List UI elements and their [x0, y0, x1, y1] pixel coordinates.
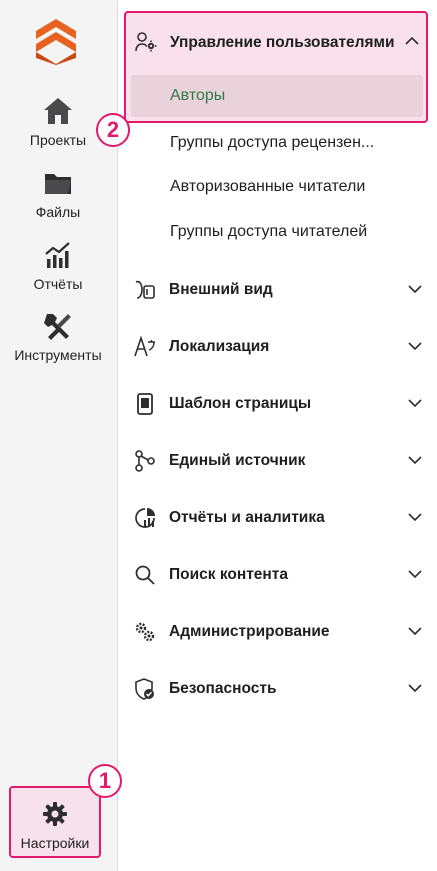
translate-icon: [134, 335, 155, 357]
section-label: Безопасность: [169, 680, 277, 697]
branch-icon: [135, 450, 155, 472]
gear-icon: [43, 802, 67, 826]
folder-icon: [45, 174, 71, 194]
search-icon: [135, 565, 155, 585]
section-single-source[interactable]: Единый источник: [119, 440, 437, 480]
shield-check-icon: [135, 678, 154, 700]
section-administration[interactable]: Администрирование: [119, 611, 437, 651]
user-management-label: Управление пользователями: [170, 34, 395, 51]
chevron-down-icon: [408, 570, 422, 579]
rail-item-label: Отчёты: [33, 276, 83, 292]
rail-item-files[interactable]: Файлы: [0, 168, 116, 220]
rail-item-label: Инструменты: [14, 347, 102, 363]
section-label: Единый источник: [169, 452, 306, 469]
callout-marker-2: 2: [96, 113, 130, 147]
user-settings-icon: [135, 32, 157, 52]
chevron-down-icon: [408, 627, 422, 636]
settings-menu-panel: Управление пользователями Авторы 2 Групп…: [96, 0, 437, 871]
section-page-template[interactable]: Шаблон страницы: [119, 383, 437, 423]
brush-icon: [135, 280, 155, 299]
menu-item-authors[interactable]: Авторы: [131, 75, 423, 117]
logo-icon: [36, 19, 76, 65]
callout-marker-1: 1: [88, 764, 122, 798]
section-label: Поиск контента: [169, 566, 288, 583]
chevron-down-icon: [408, 456, 422, 465]
section-content-search[interactable]: Поиск контента: [119, 554, 437, 594]
section-label: Внешний вид: [169, 281, 273, 298]
user-management-header[interactable]: Управление пользователями: [126, 13, 426, 71]
rail-item-reports[interactable]: Отчёты: [0, 240, 116, 292]
section-label: Шаблон страницы: [169, 395, 312, 412]
tools-icon: [44, 314, 71, 340]
menu-item-authorized-readers[interactable]: Авторизованные читатели: [170, 178, 365, 196]
chevron-down-icon: [408, 399, 422, 408]
page-template-icon: [137, 393, 153, 415]
chevron-down-icon: [408, 684, 422, 693]
section-appearance[interactable]: Внешний вид: [119, 269, 437, 309]
section-label: Локализация: [169, 338, 270, 355]
menu-item-authors-label: Авторы: [170, 87, 226, 104]
user-management-group: Управление пользователями Авторы: [124, 11, 428, 123]
pie-chart-icon: [135, 508, 155, 528]
chevron-down-icon: [408, 513, 422, 522]
section-reports-analytics[interactable]: Отчёты и аналитика: [119, 497, 437, 537]
rail-item-label: Файлы: [35, 204, 81, 220]
section-label: Администрирование: [169, 623, 330, 640]
rail-item-settings[interactable]: Настройки: [9, 786, 101, 858]
rail-item-tools[interactable]: Инструменты: [0, 311, 116, 363]
chevron-up-icon: [405, 36, 419, 45]
section-security[interactable]: Безопасность: [119, 668, 437, 708]
admin-gears-icon: [135, 622, 155, 642]
chevron-down-icon: [408, 342, 422, 351]
bar-chart-icon: [45, 242, 70, 268]
settings-label: Настройки: [20, 835, 90, 851]
menu-item-reader-access-groups[interactable]: Группы доступа читателей: [170, 223, 367, 241]
menu-item-reviewer-access-groups[interactable]: Группы доступа рецензен...: [170, 134, 374, 152]
section-label: Отчёты и аналитика: [169, 509, 325, 526]
home-icon: [44, 98, 72, 124]
chevron-down-icon: [408, 285, 422, 294]
section-localization[interactable]: Локализация: [119, 326, 437, 366]
